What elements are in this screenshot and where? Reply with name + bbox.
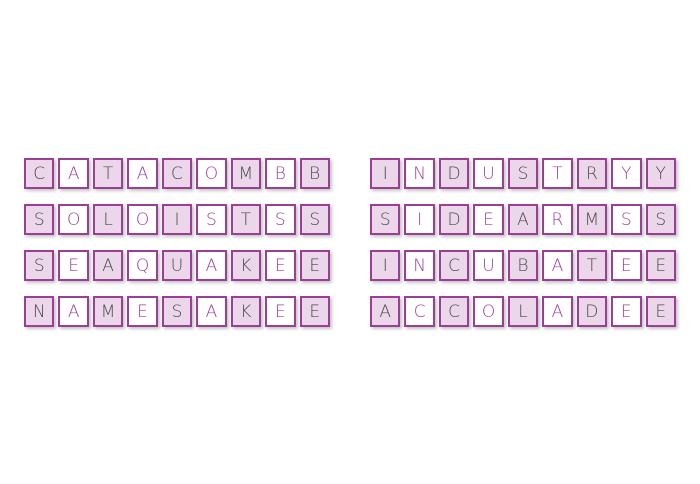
letter-tile: K bbox=[230, 296, 262, 327]
letter-tile: Q bbox=[127, 250, 158, 281]
letter-tile: E bbox=[473, 204, 504, 235]
letter-tile: C bbox=[438, 250, 470, 281]
letter-tile: E bbox=[265, 250, 296, 281]
letter-tile: E bbox=[127, 296, 158, 327]
letter-tile: A bbox=[127, 158, 158, 189]
letter-tile: U bbox=[473, 250, 504, 281]
letter-tile: Y bbox=[611, 158, 642, 189]
word-row-soloists: SOLOISTSS bbox=[24, 204, 330, 236]
letter-tile: U bbox=[473, 158, 504, 189]
letter-tile: I bbox=[370, 158, 401, 189]
letter-tile: R bbox=[576, 158, 608, 189]
letter-tile: T bbox=[92, 158, 124, 189]
letter-tile: O bbox=[127, 204, 158, 235]
word-row-accolade: ACCOLADEE bbox=[370, 296, 676, 328]
letter-tile: I bbox=[161, 204, 193, 235]
letter-tile: L bbox=[507, 296, 539, 327]
letter-tile: A bbox=[58, 158, 89, 189]
letter-tile: I bbox=[404, 204, 435, 235]
letter-tile: A bbox=[370, 296, 401, 327]
letter-tile: I bbox=[370, 250, 401, 281]
letter-tile: M bbox=[576, 204, 608, 235]
letter-tile: S bbox=[24, 204, 55, 235]
letter-tile: K bbox=[230, 250, 262, 281]
letter-tile: S bbox=[299, 204, 330, 235]
word-row-industry: INDUSTRYY bbox=[370, 158, 676, 190]
word-row-sidearms: SIDEARMSS bbox=[370, 204, 676, 236]
word-tile-board: CATACOMBBINDUSTRYYSOLOISTSSSIDEARMSSSEAQ… bbox=[24, 158, 676, 328]
letter-tile: S bbox=[196, 204, 227, 235]
letter-tile: Y bbox=[645, 158, 676, 189]
letter-tile: E bbox=[645, 296, 676, 327]
letter-tile: E bbox=[299, 296, 330, 327]
letter-tile: L bbox=[92, 204, 124, 235]
letter-tile: C bbox=[438, 296, 470, 327]
letter-tile: O bbox=[196, 158, 227, 189]
letter-tile: S bbox=[611, 204, 642, 235]
letter-tile: T bbox=[542, 158, 573, 189]
letter-tile: E bbox=[299, 250, 330, 281]
letter-tile: C bbox=[161, 158, 193, 189]
letter-tile: E bbox=[58, 250, 89, 281]
letter-tile: A bbox=[196, 250, 227, 281]
letter-tile: A bbox=[542, 296, 573, 327]
word-row-incubate: INCUBATEE bbox=[370, 250, 676, 282]
letter-tile: C bbox=[404, 296, 435, 327]
letter-tile: S bbox=[161, 296, 193, 327]
letter-tile: D bbox=[438, 158, 470, 189]
letter-tile: E bbox=[265, 296, 296, 327]
letter-tile: D bbox=[438, 204, 470, 235]
letter-tile: S bbox=[24, 250, 55, 281]
letter-tile: A bbox=[92, 250, 124, 281]
letter-tile: O bbox=[58, 204, 89, 235]
letter-tile: A bbox=[58, 296, 89, 327]
letter-tile: E bbox=[645, 250, 676, 281]
letter-tile: S bbox=[370, 204, 401, 235]
word-row-seaquake: SEAQUAKEE bbox=[24, 250, 330, 282]
letter-tile: A bbox=[507, 204, 539, 235]
letter-tile: O bbox=[473, 296, 504, 327]
letter-tile: S bbox=[507, 158, 539, 189]
letter-tile: B bbox=[507, 250, 539, 281]
letter-tile: N bbox=[404, 250, 435, 281]
letter-tile: U bbox=[161, 250, 193, 281]
letter-tile: N bbox=[404, 158, 435, 189]
letter-tile: E bbox=[611, 250, 642, 281]
letter-tile: M bbox=[92, 296, 124, 327]
letter-tile: M bbox=[230, 158, 262, 189]
letter-tile: T bbox=[576, 250, 608, 281]
letter-tile: A bbox=[196, 296, 227, 327]
letter-tile: E bbox=[611, 296, 642, 327]
letter-tile: B bbox=[265, 158, 296, 189]
word-row-namesake: NAMESAKEE bbox=[24, 296, 330, 328]
letter-tile: S bbox=[645, 204, 676, 235]
letter-tile: T bbox=[230, 204, 262, 235]
letter-tile: N bbox=[24, 296, 55, 327]
letter-tile: S bbox=[265, 204, 296, 235]
letter-tile: D bbox=[576, 296, 608, 327]
letter-tile: A bbox=[542, 250, 573, 281]
letter-tile: B bbox=[299, 158, 330, 189]
letter-tile: R bbox=[542, 204, 573, 235]
letter-tile: C bbox=[24, 158, 55, 189]
word-row-catacomb: CATACOMBB bbox=[24, 158, 330, 190]
